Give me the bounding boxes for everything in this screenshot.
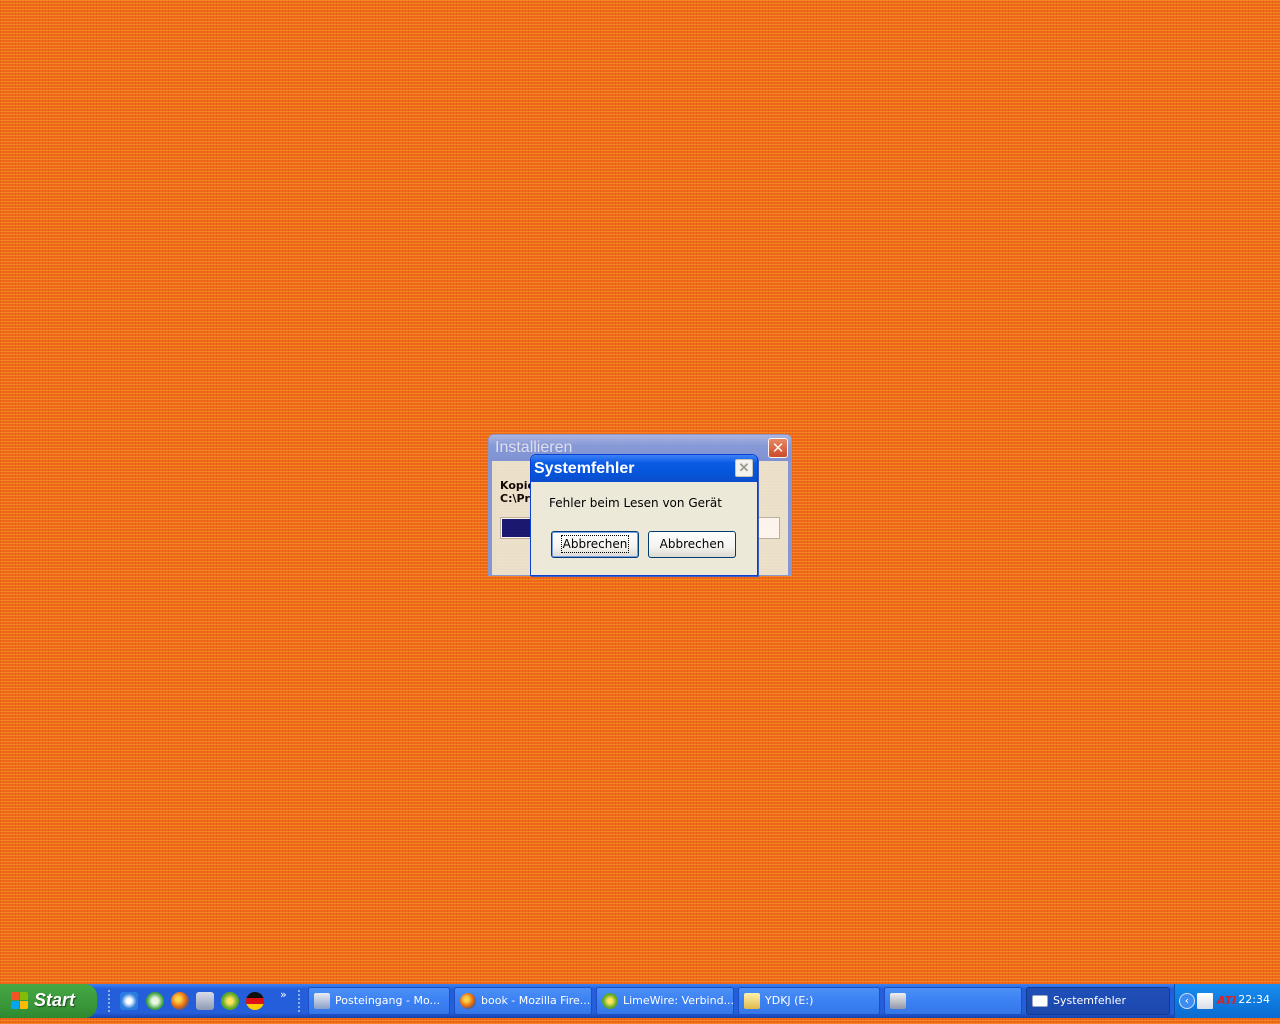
flag-icon[interactable] bbox=[246, 992, 264, 1010]
folder-icon bbox=[744, 993, 760, 1009]
install-close-button[interactable]: ✕ bbox=[768, 438, 788, 458]
dialog-title: Systemfehler bbox=[534, 460, 635, 477]
task-label: LimeWire: Verbind... bbox=[623, 994, 734, 1007]
system-tray: ‹ ATI 22:34 bbox=[1174, 984, 1280, 1018]
error-message: Fehler beim Lesen von Gerät bbox=[549, 496, 722, 510]
dialog-titlebar[interactable]: Systemfehler ✕ bbox=[531, 455, 757, 482]
printer-icon[interactable] bbox=[196, 992, 214, 1010]
quicklaunch-chevron-icon[interactable]: » bbox=[280, 988, 287, 1001]
task-label: Posteingang - Mo... bbox=[335, 994, 440, 1007]
close-icon: ✕ bbox=[738, 460, 750, 475]
system-error-dialog[interactable]: Systemfehler ✕ Fehler beim Lesen von Ger… bbox=[530, 454, 758, 576]
task-network[interactable] bbox=[884, 987, 1022, 1015]
recycle-icon[interactable] bbox=[146, 992, 164, 1010]
taskbar-grip[interactable] bbox=[298, 990, 302, 1012]
close-icon: ✕ bbox=[771, 440, 785, 457]
network-computer-icon bbox=[890, 993, 906, 1009]
desktop: Installieren ✕ Kopie C:\Pr Systemfehler … bbox=[0, 0, 1280, 984]
mail-notify-icon[interactable] bbox=[1197, 993, 1213, 1009]
task-ydkj[interactable]: YDKJ (E:) bbox=[738, 987, 880, 1015]
quicklaunch-grip[interactable] bbox=[108, 990, 112, 1012]
clock[interactable]: 22:34 bbox=[1238, 993, 1270, 1006]
expand-arrow-icon[interactable]: ‹ bbox=[1179, 993, 1195, 1009]
task-systemfehler[interactable]: Systemfehler bbox=[1026, 987, 1170, 1015]
cancel-button-primary[interactable]: Abbrechen bbox=[551, 531, 639, 558]
firefox-icon[interactable] bbox=[171, 992, 189, 1010]
start-button[interactable]: Start bbox=[0, 984, 97, 1018]
task-posteingang[interactable]: Posteingang - Mo... bbox=[308, 987, 450, 1015]
window-border-left bbox=[489, 461, 492, 575]
cancel-button-secondary[interactable]: Abbrechen bbox=[648, 531, 736, 558]
limewire-icon[interactable] bbox=[221, 992, 239, 1010]
taskbar: Start » Posteingang - Mo... book - Mozil… bbox=[0, 984, 1280, 1018]
task-label: YDKJ (E:) bbox=[765, 994, 814, 1007]
window-border-right bbox=[788, 461, 791, 575]
cancel-button-label: Abbrechen bbox=[659, 537, 725, 551]
dialog-close-button[interactable]: ✕ bbox=[735, 459, 753, 477]
progress-fill bbox=[502, 519, 530, 537]
task-label: book - Mozilla Fire... bbox=[481, 994, 591, 1007]
task-limewire[interactable]: LimeWire: Verbind... bbox=[596, 987, 734, 1015]
windows-logo-icon bbox=[11, 992, 29, 1010]
start-label: Start bbox=[34, 990, 76, 1010]
firefox-icon bbox=[460, 993, 476, 1009]
window-icon bbox=[1032, 995, 1048, 1007]
ati-icon[interactable]: ATI bbox=[1217, 993, 1236, 1009]
task-firefox[interactable]: book - Mozilla Fire... bbox=[454, 987, 592, 1015]
cancel-button-label: Abbrechen bbox=[560, 535, 630, 553]
outlook-express-icon[interactable] bbox=[120, 992, 138, 1010]
task-label: Systemfehler bbox=[1053, 994, 1126, 1007]
mail-icon bbox=[314, 993, 330, 1009]
limewire-icon bbox=[602, 993, 618, 1009]
